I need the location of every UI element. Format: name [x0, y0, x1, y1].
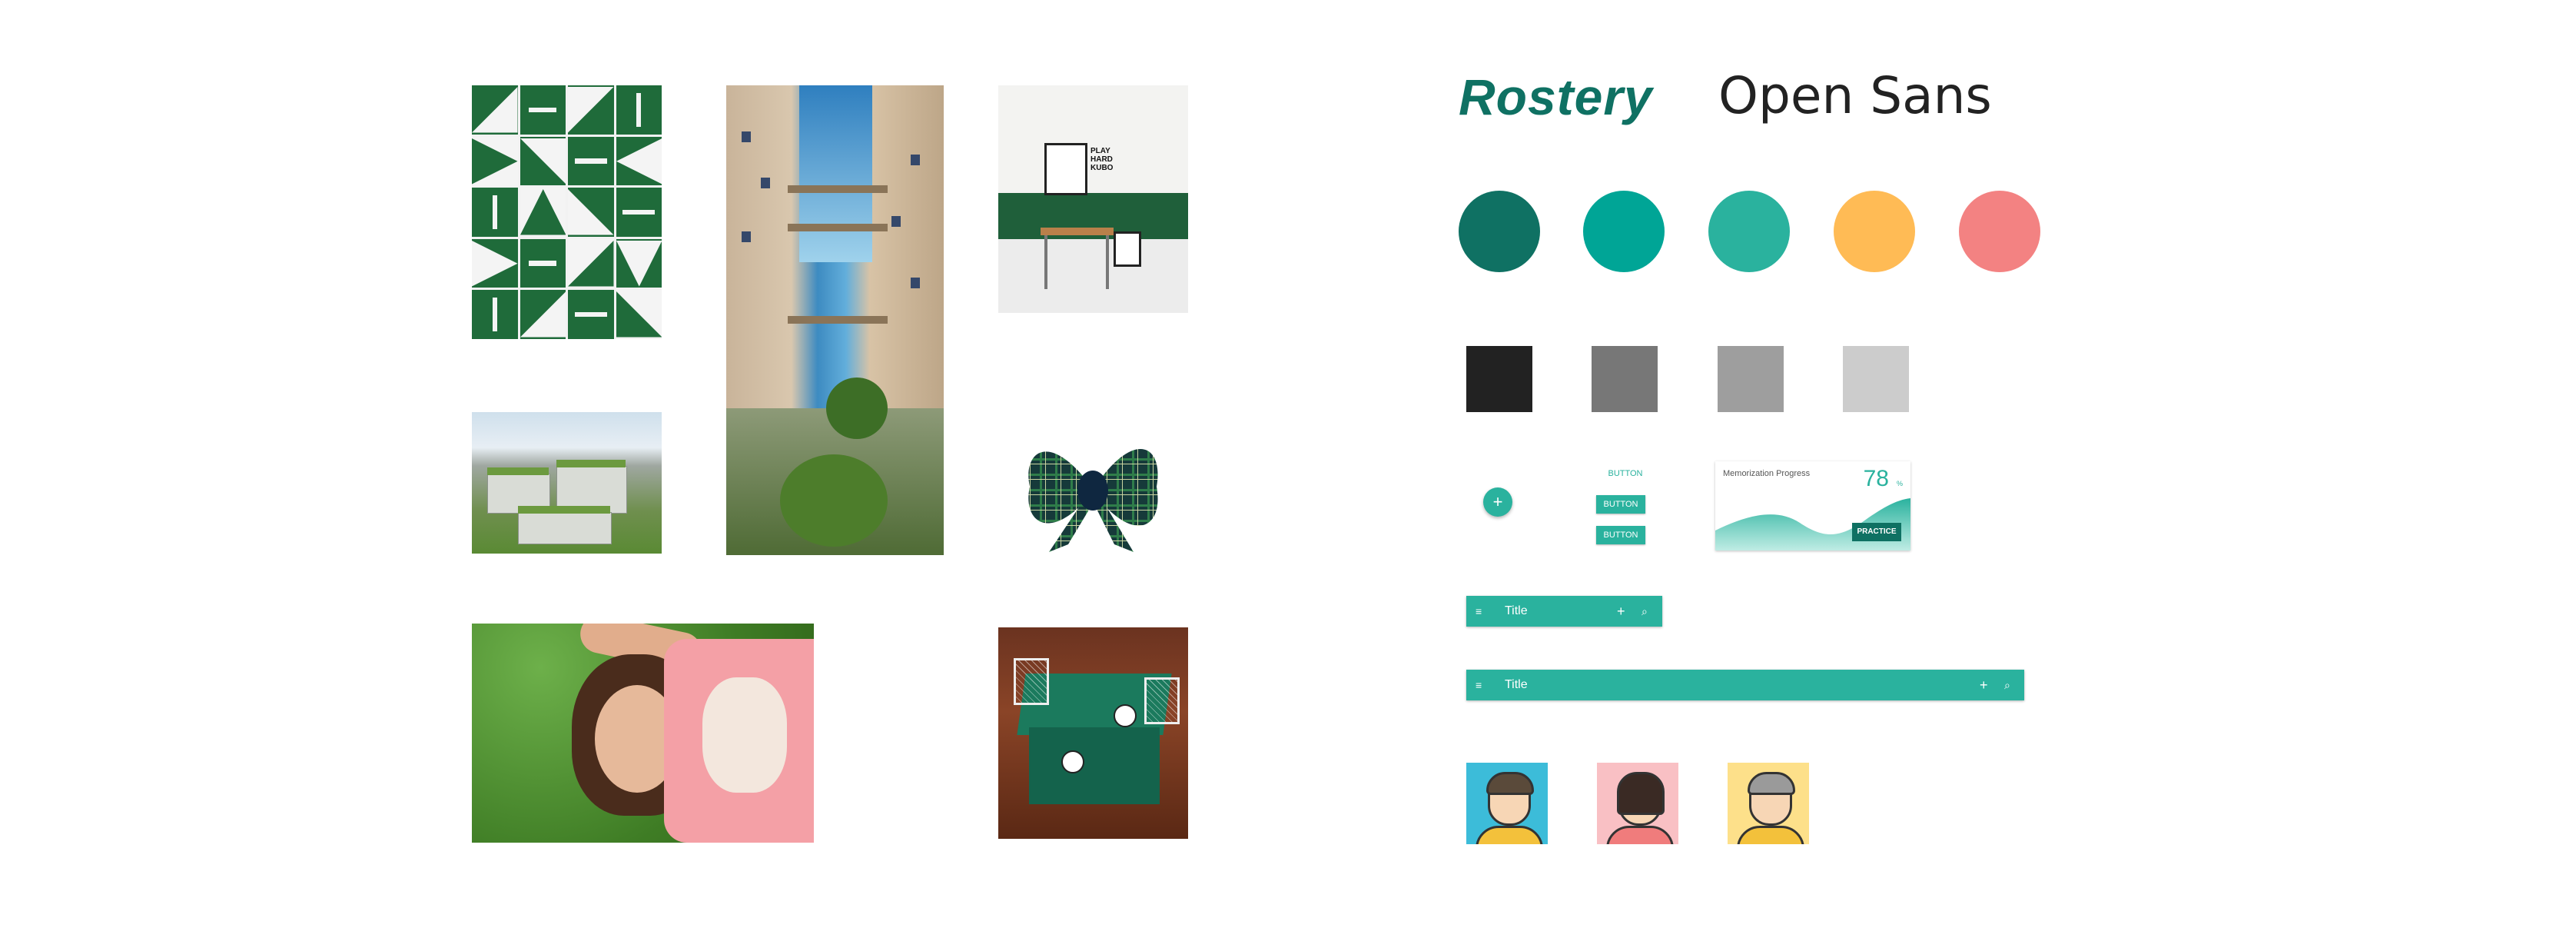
menu-icon[interactable]: ≡: [1476, 670, 1482, 700]
brand-wordmark: Rostery: [1459, 68, 1653, 125]
green-roof: [518, 506, 610, 514]
skybridge: [788, 185, 888, 193]
tile: [616, 136, 662, 186]
desk-leg: [1044, 235, 1047, 289]
skybridge: [788, 224, 888, 231]
tile: [520, 188, 566, 237]
floor: [998, 239, 1188, 313]
soccer-ball: [1061, 750, 1084, 773]
raised-button[interactable]: BUTTON: [1596, 495, 1645, 514]
floating-action-button[interactable]: +: [1483, 487, 1512, 517]
window: [911, 278, 920, 288]
window: [742, 131, 751, 142]
poster-text: PLAY HARD KUBO: [1090, 147, 1114, 172]
tile: [616, 85, 662, 135]
app-bar-title: Title: [1505, 604, 1528, 617]
memorization-progress-card: Memorization Progress 78 % PRACTICE: [1715, 461, 1910, 550]
tile-pattern-photo: [472, 85, 662, 339]
color-swatch-amber: [1834, 191, 1915, 272]
poster: [1044, 143, 1087, 195]
courtyard-buildings-photo: [726, 85, 944, 555]
avatar-hair: [1486, 772, 1534, 795]
menu-icon[interactable]: ≡: [1476, 596, 1482, 627]
building: [518, 512, 612, 544]
avatar-man: [1466, 763, 1548, 844]
avatar-body: [1476, 826, 1543, 844]
tile: [568, 290, 614, 339]
tile: [520, 290, 566, 339]
tile: [568, 136, 614, 186]
lace-detail: [702, 677, 787, 793]
desk: [1041, 228, 1114, 235]
box-front: [1029, 727, 1160, 804]
tile: [472, 136, 518, 186]
tile: [472, 238, 518, 288]
neutral-swatch-black: [1466, 346, 1532, 412]
progress-value: 78: [1863, 466, 1889, 491]
neutral-swatch-light-gray: [1843, 346, 1909, 412]
plaid-bow-photo: [1018, 421, 1168, 556]
avatar-hair: [1617, 772, 1665, 815]
raised-button[interactable]: BUTTON: [1596, 526, 1645, 544]
avatar-woman: [1597, 763, 1678, 844]
tile: [616, 188, 662, 237]
avatar-older-man: [1728, 763, 1809, 844]
window: [761, 178, 770, 188]
app-bar-small: ≡ Title + ⌕: [1466, 596, 1662, 627]
tile: [520, 136, 566, 186]
add-icon[interactable]: +: [1980, 670, 1988, 700]
color-swatch-dark-teal: [1459, 191, 1540, 272]
avatar-hair: [1748, 772, 1795, 795]
window: [911, 155, 920, 165]
tile: [472, 85, 518, 135]
green-roof: [556, 460, 626, 467]
tile: [520, 85, 566, 135]
window: [891, 216, 901, 227]
progress-label: Memorization Progress: [1723, 469, 1811, 478]
avatar-body: [1606, 826, 1674, 844]
color-swatch-teal: [1583, 191, 1665, 272]
app-bar-title: Title: [1505, 678, 1528, 691]
avatar-body: [1737, 826, 1804, 844]
tile: [568, 188, 614, 237]
tile: [568, 85, 614, 135]
tile: [472, 188, 518, 237]
color-swatch-light-teal: [1708, 191, 1790, 272]
campus-aerial-photo: [472, 412, 662, 554]
tile: [472, 290, 518, 339]
tile: [520, 238, 566, 288]
window: [742, 231, 751, 242]
tile: [616, 290, 662, 339]
mini-goal: [1144, 677, 1180, 724]
tree: [826, 378, 888, 439]
add-icon[interactable]: +: [1617, 596, 1625, 627]
tree: [780, 454, 888, 547]
font-name-sample: Open Sans: [1718, 66, 1992, 125]
soccer-box-photo: [998, 627, 1188, 839]
practice-button[interactable]: PRACTICE: [1852, 523, 1901, 541]
framed-print: [1114, 231, 1141, 267]
tile: [568, 238, 614, 288]
search-icon[interactable]: ⌕: [2004, 670, 2010, 700]
mini-goal: [1014, 658, 1049, 705]
woman-on-grass-photo: [472, 624, 814, 843]
green-wall-room-photo: PLAY HARD KUBO: [998, 85, 1188, 313]
app-bar-wide: ≡ Title + ⌕: [1466, 670, 2024, 700]
neutral-swatch-gray: [1718, 346, 1784, 412]
green-roof: [487, 467, 549, 475]
search-icon[interactable]: ⌕: [1642, 596, 1648, 627]
tile: [616, 238, 662, 288]
sky: [799, 85, 872, 262]
flat-button[interactable]: BUTTON: [1602, 467, 1648, 480]
neutral-swatch-dark-gray: [1592, 346, 1658, 412]
skybridge: [788, 316, 888, 324]
color-swatch-coral: [1959, 191, 2040, 272]
soccer-ball: [1114, 704, 1137, 727]
progress-unit: %: [1896, 480, 1903, 487]
desk-leg: [1106, 235, 1109, 289]
